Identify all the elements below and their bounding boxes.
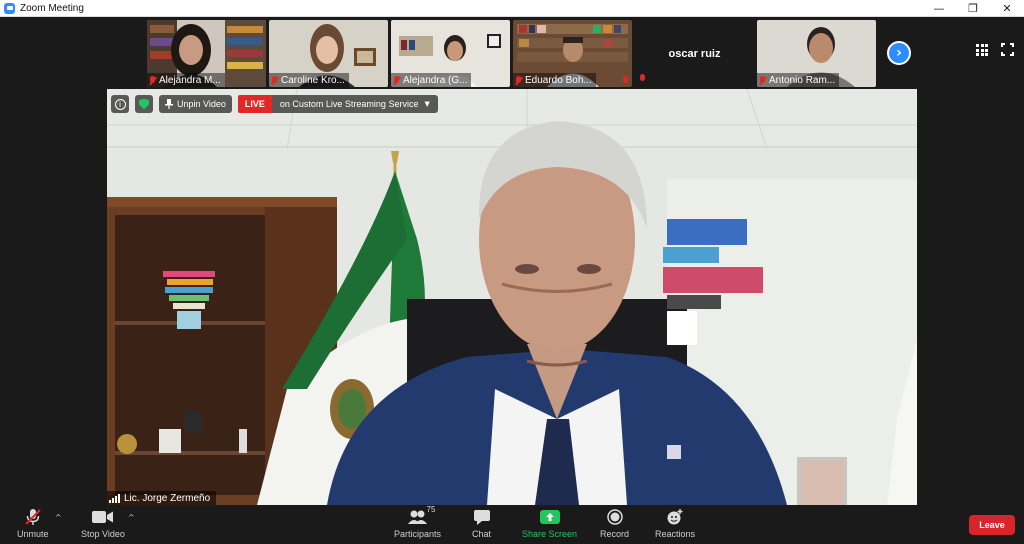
- live-badge: LIVE: [237, 95, 272, 113]
- share-screen-button[interactable]: Share Screen: [522, 508, 577, 539]
- unpin-video-label: Unpin Video: [177, 99, 226, 109]
- stream-service-label: on Custom Live Streaming Service: [279, 99, 419, 109]
- participants-count: 75: [426, 505, 436, 514]
- speaker-name: Lic. Jorge Zermeño: [124, 492, 211, 504]
- share-screen-icon: [539, 510, 560, 524]
- participant-name: Alejandra M...: [159, 74, 221, 86]
- participant-thumbnail[interactable]: Caroline Kro...: [269, 20, 388, 87]
- zoom-logo-icon: [4, 2, 15, 14]
- active-speaker-video: i Unpin Video LIVE on Custom Live Stream…: [107, 89, 917, 505]
- window-controls: — ❐ ✕: [922, 0, 1024, 17]
- shield-icon: [139, 98, 149, 110]
- minimize-button[interactable]: —: [922, 0, 956, 17]
- record-icon: [606, 509, 623, 525]
- window-title: Zoom Meeting: [20, 2, 84, 14]
- speaker-video-frame: [107, 89, 917, 505]
- record-label: Record: [600, 529, 630, 539]
- gallery-view-icon[interactable]: [976, 44, 988, 56]
- participant-thumbnail[interactable]: Antonio Ram...: [757, 20, 876, 87]
- muted-mic-icon: [639, 74, 647, 85]
- encryption-shield-button[interactable]: [135, 95, 153, 113]
- video-overlay-controls: i Unpin Video LIVE on Custom Live Stream…: [111, 95, 438, 113]
- participant-thumbnail[interactable]: Alejandra (G...: [391, 20, 510, 87]
- participant-name-tag: Caroline Kro...: [269, 73, 349, 87]
- participant-name: oscar ruiz: [668, 47, 721, 60]
- audio-options-caret-icon[interactable]: ^: [55, 513, 62, 522]
- record-button[interactable]: Record: [600, 508, 629, 539]
- participants-label: Participants: [394, 529, 442, 539]
- participant-thumbnail[interactable]: oscar ruiz: [635, 20, 754, 87]
- participants-button[interactable]: 75 Participants: [394, 505, 442, 539]
- unpin-video-button[interactable]: Unpin Video: [159, 95, 232, 113]
- participant-name-tag: Antonio Ram...: [757, 73, 840, 87]
- close-button[interactable]: ✕: [990, 0, 1024, 17]
- participant-name-tag: Eduardo Boh...: [513, 73, 596, 87]
- muted-mic-icon: [515, 75, 522, 85]
- stop-video-label: Stop Video: [81, 529, 125, 539]
- unmute-button[interactable]: Unmute: [17, 508, 49, 539]
- participant-name: Antonio Ram...: [769, 74, 836, 86]
- muted-mic-icon: [149, 75, 156, 85]
- leave-meeting-button[interactable]: Leave: [969, 515, 1015, 535]
- meeting-toolbar: Unmute ^ Stop Video ^ 75 Participants Ch…: [0, 505, 1024, 544]
- share-screen-label: Share Screen: [522, 529, 578, 539]
- title-bar: Zoom Meeting — ❐ ✕: [0, 0, 1024, 17]
- stream-service-dropdown[interactable]: on Custom Live Streaming Service ▼: [271, 95, 438, 113]
- reactions-label: Reactions: [655, 529, 696, 539]
- fullscreen-icon[interactable]: [1001, 43, 1014, 56]
- participant-strip: Alejandra M... Caroline Kro... Alejandra…: [0, 17, 1024, 89]
- connection-strength-icon: [109, 493, 120, 503]
- stop-video-button[interactable]: Stop Video: [81, 508, 125, 539]
- chat-label: Chat: [472, 529, 492, 539]
- speaker-name-tag: Lic. Jorge Zermeño: [107, 491, 217, 505]
- video-options-caret-icon[interactable]: ^: [128, 513, 135, 522]
- reactions-button[interactable]: Reactions: [655, 508, 695, 539]
- participant-name-tag: Alejandra M...: [147, 73, 225, 87]
- participants-icon: [407, 510, 427, 524]
- reactions-smiley-icon: [667, 509, 683, 525]
- participant-name: Alejandra (G...: [403, 74, 468, 86]
- video-camera-icon: [91, 511, 113, 523]
- muted-mic-icon: [393, 75, 400, 85]
- chat-icon: [473, 510, 490, 525]
- meeting-info-button[interactable]: i: [111, 95, 129, 113]
- next-page-arrow-icon[interactable]: ›: [887, 41, 911, 65]
- muted-mic-icon: [271, 75, 278, 85]
- unmute-label: Unmute: [17, 529, 49, 539]
- dropdown-caret-icon: ▼: [424, 100, 430, 108]
- participant-thumbnail[interactable]: Eduardo Boh...: [513, 20, 632, 87]
- participant-thumbnail[interactable]: Alejandra M...: [147, 20, 266, 87]
- participant-name: Caroline Kro...: [281, 74, 345, 86]
- live-stream-indicator[interactable]: LIVE on Custom Live Streaming Service ▼: [237, 95, 438, 113]
- muted-mic-icon: [759, 75, 766, 85]
- pin-icon: [165, 99, 173, 109]
- muted-microphone-icon: [25, 509, 41, 525]
- restore-button[interactable]: ❐: [956, 0, 990, 17]
- info-icon: i: [114, 98, 126, 110]
- participant-name: Eduardo Boh...: [525, 74, 592, 86]
- chat-button[interactable]: Chat: [472, 508, 491, 539]
- participant-name-tag: Alejandra (G...: [391, 73, 472, 87]
- muted-mic-icon: [622, 76, 629, 85]
